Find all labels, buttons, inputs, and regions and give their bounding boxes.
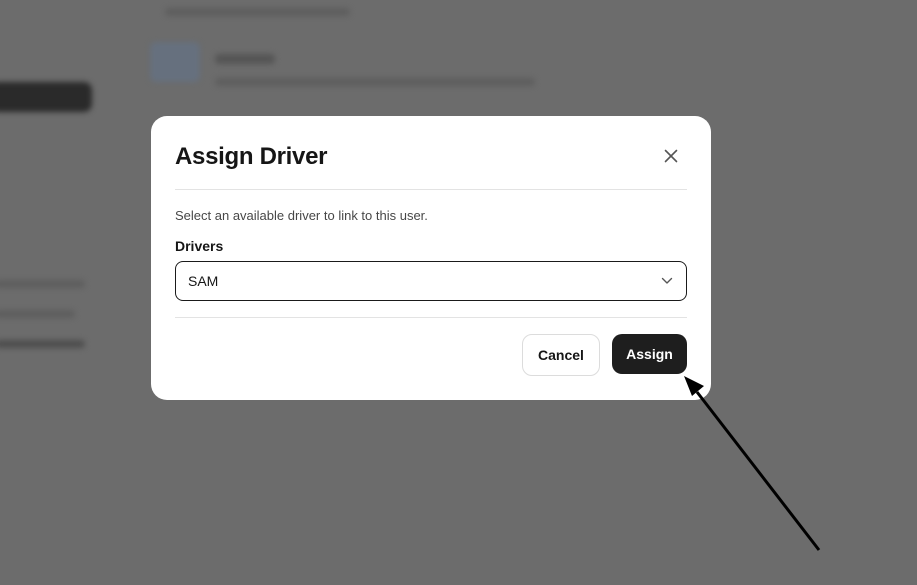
drivers-label: Drivers [175, 238, 224, 254]
background-text [0, 310, 75, 318]
dialog-title: Assign Driver [175, 143, 328, 170]
background-text [165, 8, 350, 16]
dialog-description: Select an available driver to link to th… [175, 208, 428, 223]
close-icon [664, 149, 678, 168]
background-button [0, 82, 92, 112]
chevron-down-icon [660, 274, 674, 288]
assign-button[interactable]: Assign [612, 334, 687, 374]
cancel-button[interactable]: Cancel [522, 334, 600, 376]
background-text [215, 54, 275, 64]
background-text [0, 280, 85, 288]
drivers-select[interactable]: SAM [175, 261, 687, 301]
header-divider [175, 189, 687, 190]
assign-driver-dialog: Assign Driver Select an available driver… [151, 116, 711, 400]
footer-divider [175, 317, 687, 318]
background-avatar [150, 42, 200, 82]
drivers-select-value: SAM [188, 273, 219, 289]
background-text [0, 340, 85, 348]
background-text [215, 78, 535, 86]
close-button[interactable] [659, 146, 683, 170]
